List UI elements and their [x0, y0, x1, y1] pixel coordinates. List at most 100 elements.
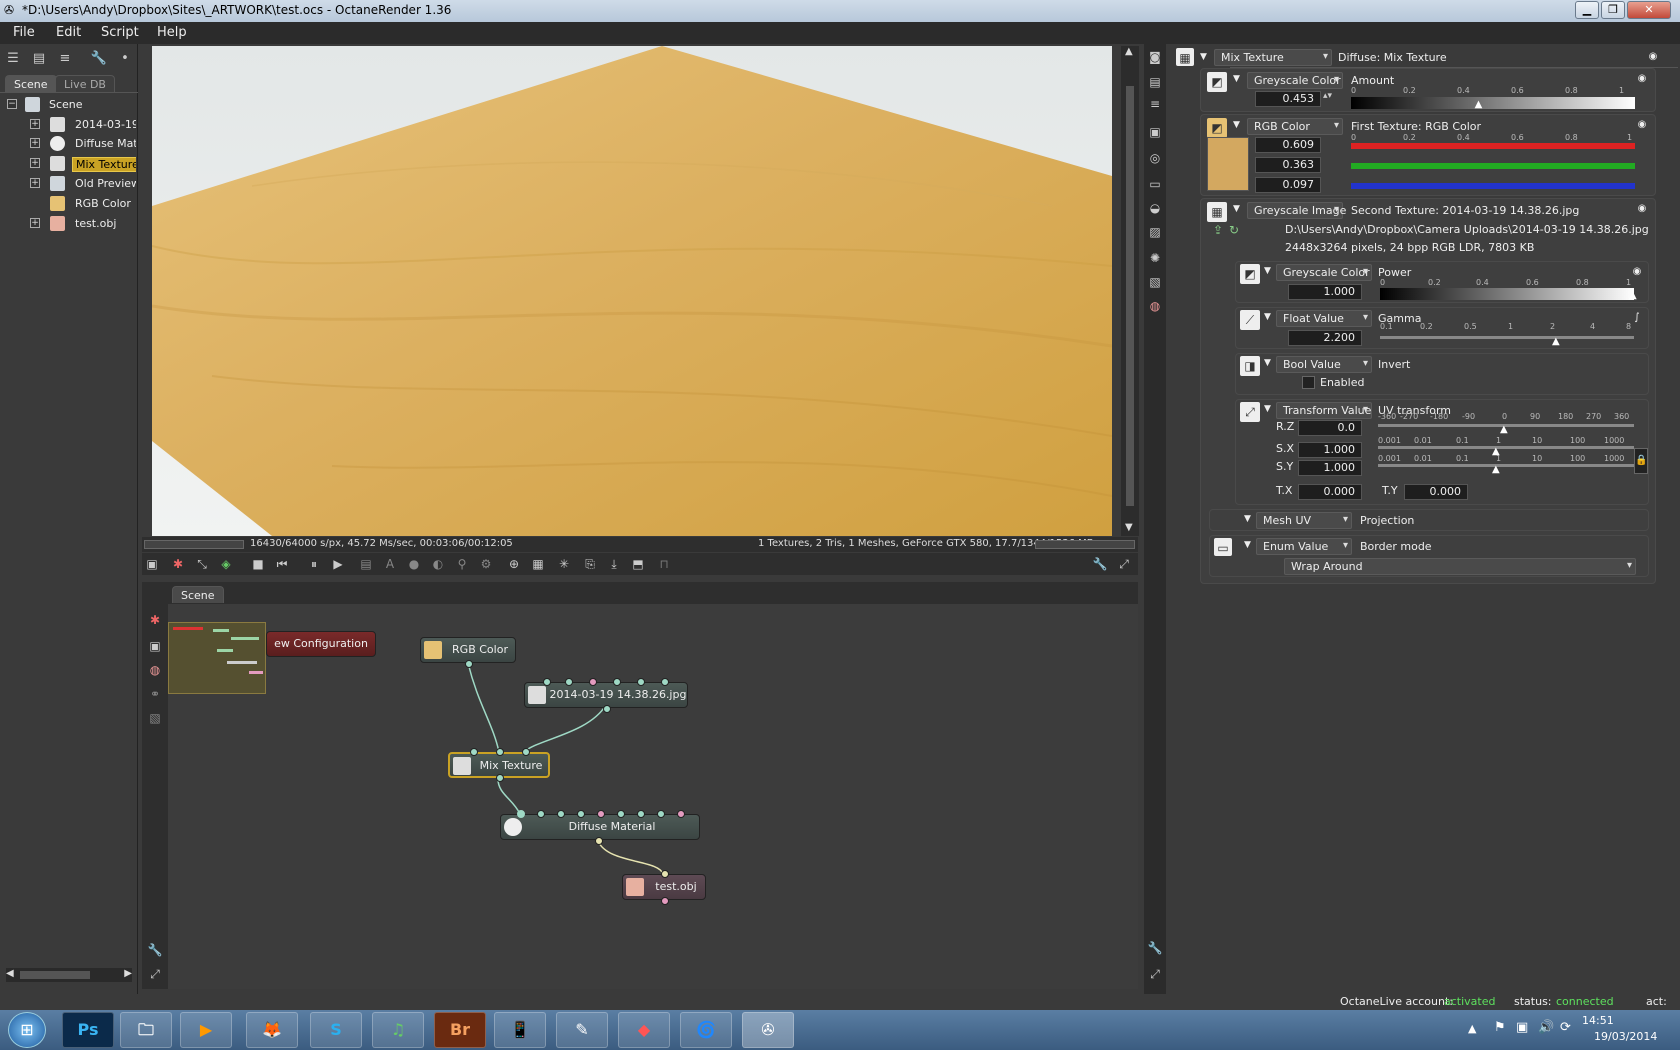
- menu-help[interactable]: Help: [157, 25, 187, 40]
- node-image-texture[interactable]: 2014-03-19 14.38.26.jpg: [524, 678, 688, 713]
- gamma-input[interactable]: 2.200: [1288, 330, 1362, 346]
- fullscreen-icon[interactable]: ⤢: [147, 966, 163, 982]
- input-pin[interactable]: [661, 870, 669, 878]
- notepad-taskbar-icon[interactable]: ✎: [556, 1012, 608, 1048]
- clock-time[interactable]: 14:51: [1582, 1014, 1614, 1027]
- lock-icon[interactable]: ⊓: [656, 556, 672, 572]
- media-player-taskbar-icon[interactable]: ▶: [180, 1012, 232, 1048]
- spotify-taskbar-icon[interactable]: ♫: [372, 1012, 424, 1048]
- input-pin[interactable]: [677, 810, 685, 818]
- restart-icon[interactable]: ⏮: [274, 556, 290, 572]
- green-slider[interactable]: [1351, 163, 1635, 169]
- firefox-taskbar-icon[interactable]: 🦊: [246, 1012, 298, 1048]
- collapse-triangle-icon[interactable]: ▼: [1233, 74, 1240, 84]
- git-taskbar-icon[interactable]: ◆: [618, 1012, 670, 1048]
- input-pin-amount[interactable]: [470, 748, 478, 756]
- tx-input[interactable]: 0.000: [1298, 484, 1362, 500]
- inspector-env-icon[interactable]: ◒: [1147, 200, 1163, 216]
- menu-file[interactable]: File: [13, 25, 35, 40]
- focus-icon[interactable]: ⚲: [454, 556, 470, 572]
- input-pin[interactable]: [661, 678, 669, 686]
- volume-icon[interactable]: 🔊: [1538, 1020, 1554, 1035]
- inspector-image-icon[interactable]: ▣: [1147, 124, 1163, 140]
- tree-item-old-preview[interactable]: + Old Preview C: [8, 174, 136, 193]
- collapse-triangle-icon[interactable]: ▼: [1264, 312, 1271, 322]
- rotation-slider[interactable]: ▲: [1378, 424, 1634, 435]
- eye-icon[interactable]: ◉: [1646, 51, 1660, 63]
- power-slider[interactable]: ▲: [1380, 288, 1637, 301]
- output-pin[interactable]: [496, 774, 504, 782]
- input-pin-second[interactable]: [522, 748, 530, 756]
- autofocus-icon[interactable]: A: [382, 556, 398, 572]
- scroll-left-icon[interactable]: ◀: [6, 968, 14, 979]
- network-icon[interactable]: ▣: [1516, 1020, 1528, 1035]
- color-swatch[interactable]: [1207, 137, 1249, 191]
- power-input[interactable]: 1.000: [1288, 284, 1362, 300]
- play-icon[interactable]: ▶: [330, 556, 346, 572]
- amount-type-dropdown[interactable]: Greyscale Color: [1247, 72, 1343, 89]
- input-pin[interactable]: [543, 678, 551, 686]
- menu-edit[interactable]: Edit: [56, 25, 81, 40]
- graph-image-icon[interactable]: ▣: [147, 638, 163, 654]
- graph-arrange-icon[interactable]: ▧: [147, 710, 163, 726]
- clock-date[interactable]: 19/03/2014: [1594, 1030, 1657, 1043]
- close-button[interactable]: ✕: [1627, 1, 1671, 19]
- input-pin-diffuse[interactable]: [517, 810, 525, 818]
- gamma-type-dropdown[interactable]: Float Value: [1276, 310, 1372, 327]
- slider-handle[interactable]: ▲: [1475, 99, 1483, 110]
- collapse-triangle-icon[interactable]: ▼: [1264, 358, 1271, 368]
- inspector-texture-icon[interactable]: ▧: [1147, 274, 1163, 290]
- open-file-icon[interactable]: ⇪: [1213, 223, 1223, 237]
- outliner-list-icon[interactable]: ≡: [56, 50, 74, 68]
- expand-icon[interactable]: +: [30, 158, 40, 168]
- wrench-icon[interactable]: 🔧: [147, 942, 163, 958]
- tree-item-diffuse-material[interactable]: + Diffuse Materi: [8, 134, 136, 153]
- outliner-expand-icon[interactable]: ☰: [4, 50, 22, 68]
- sync-icon[interactable]: ⟳: [1560, 1020, 1571, 1035]
- bridge-taskbar-icon[interactable]: Br: [434, 1012, 486, 1048]
- node-graph-editor[interactable]: ew Configuration RGB Color 2014-03-19 14…: [168, 604, 1138, 989]
- scroll-down-icon[interactable]: ▼: [1125, 522, 1133, 533]
- input-pin[interactable]: [637, 810, 645, 818]
- viewport-lock-icon[interactable]: ⊕: [506, 556, 522, 572]
- blue-input[interactable]: 0.097: [1255, 177, 1321, 193]
- graph-minimap[interactable]: [168, 622, 266, 694]
- windows-start-icon[interactable]: ⊞: [8, 1012, 46, 1048]
- inspector-list-icon[interactable]: ≡: [1147, 96, 1163, 112]
- tab-live-db[interactable]: Live DB: [55, 75, 115, 92]
- collapse-triangle-icon[interactable]: ▼: [1200, 52, 1207, 62]
- outliner-hscrollbar[interactable]: ◀ ▶: [6, 968, 132, 982]
- slider-handle[interactable]: ▲: [1492, 464, 1500, 475]
- input-pin[interactable]: [557, 810, 565, 818]
- amount-input[interactable]: 0.453: [1255, 91, 1321, 107]
- node-rgb-color[interactable]: RGB Color: [420, 637, 516, 668]
- stop-icon[interactable]: ■: [250, 556, 266, 572]
- export-icon[interactable]: ⬒: [630, 556, 646, 572]
- input-pin[interactable]: [577, 810, 585, 818]
- expand-icon[interactable]: +: [30, 138, 40, 148]
- graph-mesh-icon[interactable]: ◍: [147, 662, 163, 678]
- cube-icon[interactable]: ◈: [218, 556, 234, 572]
- sy-input[interactable]: 1.000: [1298, 460, 1362, 476]
- input-pin[interactable]: [537, 810, 545, 818]
- input-pin[interactable]: [657, 810, 665, 818]
- inspector-sun-icon[interactable]: ✺: [1147, 250, 1163, 266]
- node-mix-texture[interactable]: Mix Texture: [448, 748, 550, 782]
- sun-dir-icon[interactable]: ✳: [556, 556, 572, 572]
- eye-icon[interactable]: ◉: [1635, 119, 1649, 131]
- collapse-triangle-icon[interactable]: ▼: [1264, 266, 1271, 276]
- node-mesh-test-obj[interactable]: test.obj: [622, 870, 706, 905]
- reload-icon[interactable]: ↻: [1229, 223, 1239, 237]
- skype-taskbar-icon[interactable]: S: [310, 1012, 362, 1048]
- copy-icon[interactable]: ⎘: [582, 556, 598, 572]
- collapse-triangle-icon[interactable]: ▼: [1244, 540, 1251, 550]
- first-type-dropdown[interactable]: RGB Color: [1247, 118, 1343, 135]
- eye-icon[interactable]: ◉: [1630, 266, 1644, 278]
- tree-item-rgb-color[interactable]: RGB Color: [8, 194, 136, 213]
- collapse-triangle-icon[interactable]: ▼: [1233, 204, 1240, 214]
- second-type-dropdown[interactable]: Greyscale Image: [1247, 202, 1346, 219]
- tree-item-test-obj[interactable]: + test.obj: [8, 214, 136, 233]
- expand-icon[interactable]: +: [30, 119, 40, 129]
- enabled-checkbox[interactable]: [1302, 376, 1315, 389]
- scroll-thumb[interactable]: [1126, 86, 1134, 506]
